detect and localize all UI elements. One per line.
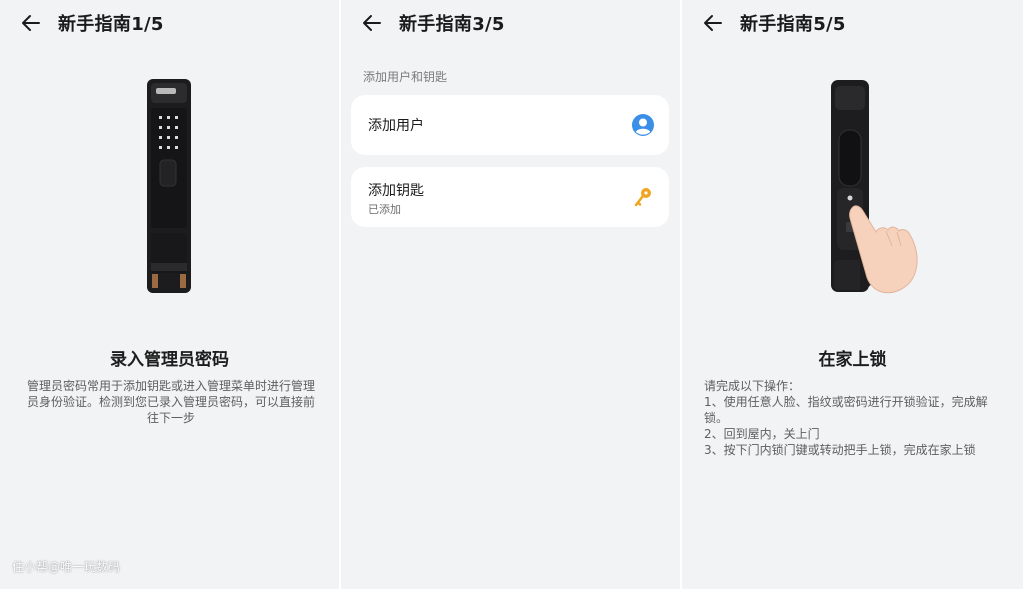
- user-avatar-icon: [632, 114, 654, 136]
- smart-lock-inside-image: [831, 80, 918, 294]
- section-label: 添加用户和钥匙: [363, 70, 448, 84]
- card-status: 已添加: [368, 203, 401, 216]
- card-title: 添加钥匙: [368, 183, 424, 199]
- step-heading: 在家上锁: [818, 350, 887, 370]
- back-button[interactable]: [16, 8, 46, 38]
- step-heading: 录入管理员密码: [110, 350, 229, 370]
- add-user-card[interactable]: 添加用户: [351, 95, 669, 155]
- instruction-step: 3、按下门内锁门键或转动把手上锁，完成在家上锁: [704, 443, 976, 457]
- header: 新手指南3/5: [341, 8, 680, 38]
- guide-panel-step-1: 新手指南1/5 录入管理员密码 管理员密码常用于添加钥匙或进入管理菜单时进行管理…: [0, 0, 339, 589]
- header: 新手指南5/5: [682, 8, 1023, 38]
- instruction-step: 1、使用任意人脸、指纹或密码进行开锁验证，完成解锁。: [704, 395, 988, 425]
- page-title: 新手指南3/5: [399, 14, 505, 35]
- instructions: 请完成以下操作： 1、使用任意人脸、指纹或密码进行开锁验证，完成解锁。 2、回到…: [704, 378, 1002, 458]
- smart-lock-front-image: [147, 79, 191, 293]
- guide-panel-step-5: 新手指南5/5 在家上锁 请完成以下操作： 1、使用任意人脸、指纹或密码进行开锁…: [682, 0, 1023, 589]
- arrow-left-icon: [363, 15, 381, 31]
- step-description: 管理员密码常用于添加钥匙或进入管理菜单时进行管理员身份验证。检测到您已录入管理员…: [26, 379, 315, 425]
- back-button[interactable]: [698, 8, 728, 38]
- card-title: 添加用户: [368, 118, 424, 134]
- arrow-left-icon: [22, 15, 40, 31]
- page-title: 新手指南1/5: [58, 14, 164, 35]
- watermark: 住小帮@唯一玩数码: [12, 560, 121, 574]
- back-button[interactable]: [357, 8, 387, 38]
- key-icon: [634, 188, 651, 207]
- header: 新手指南1/5: [0, 8, 339, 38]
- guide-panel-step-3: 新手指南3/5 添加用户和钥匙 添加用户 添加钥匙 已添加: [341, 0, 680, 589]
- page-title: 新手指南5/5: [740, 14, 846, 35]
- add-key-card[interactable]: 添加钥匙 已添加: [351, 167, 669, 227]
- arrow-left-icon: [704, 15, 722, 31]
- instructions-intro: 请完成以下操作：: [704, 379, 801, 393]
- instruction-step: 2、回到屋内，关上门: [704, 427, 820, 441]
